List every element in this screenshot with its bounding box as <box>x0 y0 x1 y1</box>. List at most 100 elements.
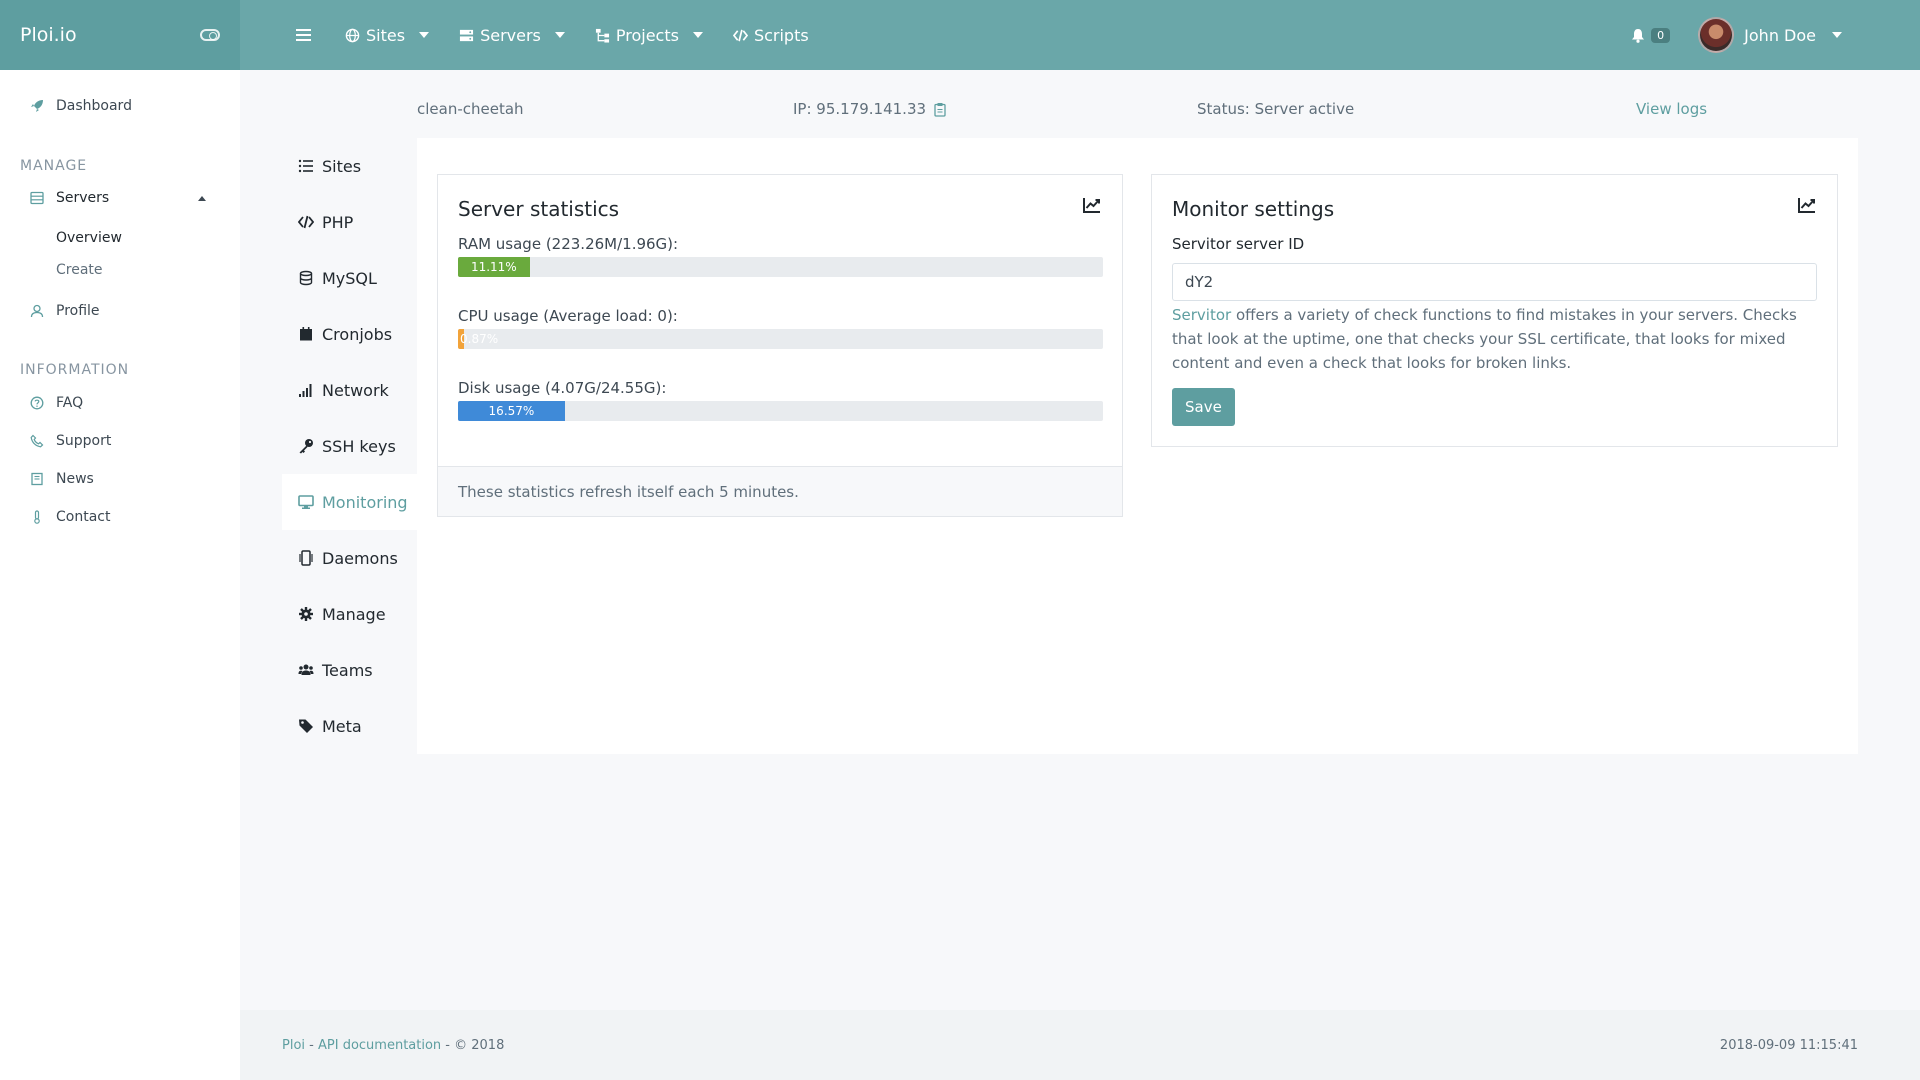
tab-label: Daemons <box>322 548 398 568</box>
sidebar-item-label: News <box>56 471 94 487</box>
servitor-link[interactable]: Servitor <box>1172 306 1231 324</box>
brand-name[interactable]: Ploi.io <box>20 24 77 46</box>
card-title: Server statistics <box>458 197 620 221</box>
nav-sites[interactable]: Sites <box>345 25 430 45</box>
tab-manage[interactable]: Manage <box>282 586 417 642</box>
sidebar-item-news[interactable]: News <box>30 471 94 487</box>
ram-usage-label: RAM usage (223.26M/1.96G): <box>458 235 679 253</box>
server-statistics-card: Server statistics RAM usage (223.26M/1.9… <box>437 174 1123 517</box>
server-ip: IP: 95.179.141.33 <box>793 100 946 118</box>
phone-icon <box>30 434 44 448</box>
footer-credits: Ploi - API documentation - © 2018 <box>282 1038 504 1053</box>
chart-line-icon <box>1083 198 1100 213</box>
chart-line-icon <box>1798 198 1815 213</box>
nav-servers-label: Servers <box>480 25 541 45</box>
tab-mysql[interactable]: MySQL <box>282 250 417 306</box>
nav-scripts[interactable]: Scripts <box>732 25 809 45</box>
tab-sites[interactable]: Sites <box>282 138 417 194</box>
save-button[interactable]: Save <box>1172 388 1235 426</box>
sidebar-item-servers[interactable]: Servers <box>30 190 109 206</box>
sidebar-heading-information: INFORMATION <box>20 362 130 378</box>
users-icon <box>298 664 314 675</box>
tab-label: Meta <box>322 716 362 736</box>
key-icon <box>299 439 313 454</box>
sidebar-item-profile[interactable]: Profile <box>30 303 100 319</box>
chevron-up-icon[interactable] <box>198 196 206 201</box>
sidebar-heading-manage: MANAGE <box>20 158 88 174</box>
tab-label: Monitoring <box>322 492 408 512</box>
view-logs-link[interactable]: View logs <box>1636 100 1707 118</box>
tab-label: Cronjobs <box>322 324 393 344</box>
footer-copyright: - © 2018 <box>441 1038 505 1053</box>
tab-daemons[interactable]: Daemons <box>282 530 417 586</box>
sidebar-toggle-icon[interactable] <box>200 29 220 41</box>
sidebar: Dashboard MANAGE Servers Overview Create… <box>0 70 240 1080</box>
tab-label: Network <box>322 380 389 400</box>
disk-usage-fill: 16.57% <box>458 401 565 421</box>
server-tabs: Sites PHP MySQL Cronjobs Network SSH key… <box>282 138 417 754</box>
sidebar-item-dashboard[interactable]: Dashboard <box>30 98 132 114</box>
chevron-down-icon <box>419 32 430 38</box>
book-icon <box>31 472 43 486</box>
notifications-badge: 0 <box>1651 27 1671 43</box>
sidebar-item-label: Support <box>56 433 112 449</box>
nav-scripts-label: Scripts <box>753 25 809 45</box>
nav-projects-label: Projects <box>615 25 679 45</box>
calendar-icon <box>300 327 312 341</box>
tab-teams[interactable]: Teams <box>282 642 417 698</box>
avatar <box>1698 17 1735 53</box>
notifications-button[interactable]: 0 <box>1631 27 1671 43</box>
sitemap-icon <box>595 28 609 43</box>
tab-network[interactable]: Network <box>282 362 417 418</box>
sidebar-item-label: FAQ <box>56 395 84 411</box>
topbar-right: 0 John Doe <box>1631 0 1920 70</box>
nav-sites-label: Sites <box>366 25 406 45</box>
chevron-down-icon <box>554 32 565 38</box>
sidebar-item-faq[interactable]: FAQ <box>30 395 83 411</box>
user-icon <box>30 304 44 318</box>
code-icon <box>298 215 314 229</box>
chevron-down-icon <box>692 32 703 38</box>
globe-icon <box>345 28 360 42</box>
disk-usage-label: Disk usage (4.07G/24.55G): <box>458 379 667 397</box>
footer-separator: - <box>305 1038 318 1053</box>
tab-ssh-keys[interactable]: SSH keys <box>282 418 417 474</box>
sidebar-subitem-overview[interactable]: Overview <box>56 230 122 246</box>
tab-label: PHP <box>322 212 354 232</box>
monitor-settings-card: Monitor settings Servitor server ID Serv… <box>1151 174 1838 447</box>
tab-label: Sites <box>322 156 362 176</box>
nav-projects[interactable]: Projects <box>595 26 703 45</box>
user-menu[interactable]: John Doe <box>1698 17 1842 53</box>
footer-timestamp: 2018-09-09 11:15:41 <box>1719 1038 1858 1053</box>
card-title: Monitor settings <box>1172 197 1335 221</box>
sidebar-item-contact[interactable]: Contact <box>30 509 110 525</box>
signal-icon <box>299 384 312 397</box>
tab-monitoring[interactable]: Monitoring <box>282 474 417 530</box>
desktop-icon <box>298 495 314 509</box>
tab-cronjobs[interactable]: Cronjobs <box>282 306 417 362</box>
sidebar-item-label: Contact <box>56 509 111 525</box>
clipboard-icon[interactable] <box>934 102 946 117</box>
brand-area: Ploi.io <box>0 0 240 70</box>
ploi-link[interactable]: Ploi <box>282 1038 305 1053</box>
top-navbar: Sites Servers Projects Scripts 0 John Do… <box>240 0 1920 70</box>
sidebar-subitem-create[interactable]: Create <box>56 262 103 278</box>
cpu-usage-bar: 0.87% <box>458 329 1103 349</box>
question-icon <box>30 396 44 410</box>
tab-php[interactable]: PHP <box>282 194 417 250</box>
servitor-id-input[interactable] <box>1172 263 1817 301</box>
sidebar-item-label: Dashboard <box>56 98 132 114</box>
tab-label: MySQL <box>322 268 377 288</box>
sidebar-item-support[interactable]: Support <box>30 433 111 449</box>
rocket-icon <box>31 100 43 112</box>
disk-usage-bar: 16.57% <box>458 401 1103 421</box>
api-documentation-link[interactable]: API documentation <box>318 1038 441 1053</box>
server-icon <box>30 191 44 205</box>
nav-servers[interactable]: Servers <box>459 26 565 45</box>
tab-meta[interactable]: Meta <box>282 698 417 754</box>
servitor-help-body: offers a variety of check functions to f… <box>1172 306 1797 372</box>
server-name: clean-cheetah <box>417 100 524 118</box>
servitor-id-label: Servitor server ID <box>1172 235 1305 253</box>
tab-label: SSH keys <box>322 436 396 456</box>
menu-icon[interactable] <box>296 29 311 41</box>
